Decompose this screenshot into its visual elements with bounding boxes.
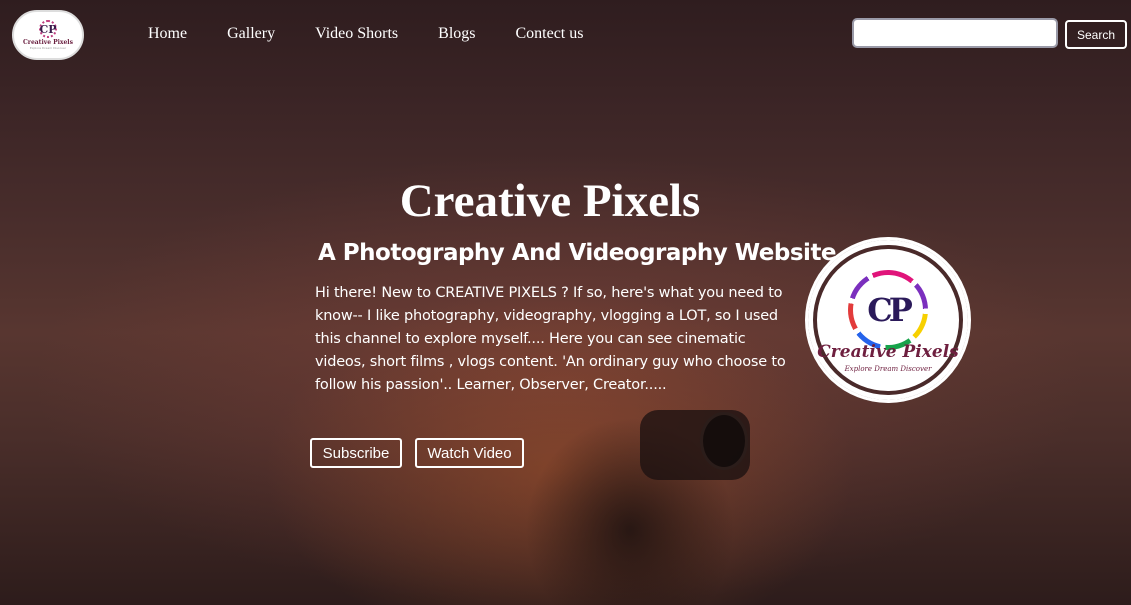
logo-tagline: Explore Dream Discover	[29, 46, 67, 50]
logo-color-ring: CP	[848, 269, 928, 350]
nav-gallery[interactable]: Gallery	[227, 25, 275, 43]
hero-subtitle: A Photography And Videography Website	[318, 240, 837, 266]
logo-monogram: CP	[39, 20, 57, 38]
hero-title: Creative Pixels	[399, 175, 701, 227]
hero-logo-tagline: Explore Dream Discover	[844, 364, 932, 373]
header-logo[interactable]: CP Creative Pixels Explore Dream Discove…	[12, 10, 84, 60]
hero-logo-monogram: CP	[853, 274, 923, 345]
hero-description: Hi there! New to CREATIVE PIXELS ? If so…	[315, 285, 786, 393]
watch-video-button[interactable]: Watch Video	[415, 438, 524, 468]
nav-blogs[interactable]: Blogs	[438, 25, 475, 43]
site-header: CP Creative Pixels Explore Dream Discove…	[0, 0, 1131, 70]
nav-home[interactable]: Home	[148, 25, 187, 43]
subscribe-button[interactable]: Subscribe	[310, 438, 402, 468]
camera-lens-shape	[700, 412, 748, 470]
logo-brand-text: Creative Pixels	[23, 39, 73, 46]
search-input[interactable]	[852, 18, 1058, 48]
search-button[interactable]: Search	[1065, 20, 1127, 49]
nav-video-shorts[interactable]: Video Shorts	[315, 25, 398, 43]
hero-logo-brand: Creative Pixels	[817, 341, 959, 362]
main-nav: Home Gallery Video Shorts Blogs Contect …	[148, 25, 623, 43]
hero-logo: CP Creative Pixels Explore Dream Discove…	[805, 237, 971, 403]
nav-contact-us[interactable]: Contect us	[515, 25, 583, 43]
